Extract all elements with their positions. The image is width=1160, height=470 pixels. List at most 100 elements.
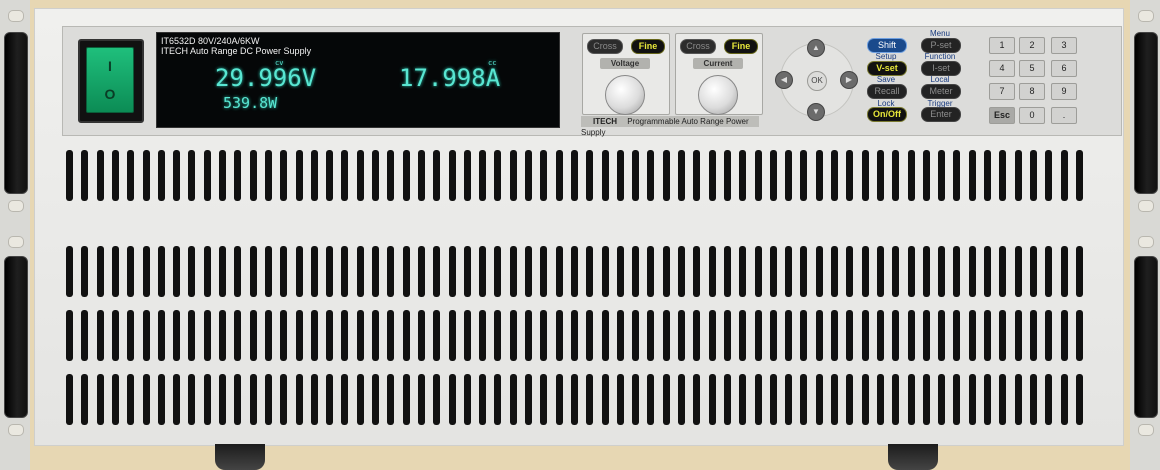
key-0[interactable]: 0	[1019, 107, 1045, 124]
vent-slot	[938, 150, 946, 201]
vent-slot	[892, 246, 900, 297]
current-knob-label: Current	[693, 58, 743, 69]
vent-slot	[1029, 246, 1037, 297]
vent-slot	[310, 150, 318, 201]
vent-slot	[632, 150, 640, 201]
current-cross-button[interactable]: Cross	[680, 39, 716, 54]
key-4[interactable]: 4	[989, 60, 1015, 77]
up-arrow-button[interactable]: ▲	[807, 39, 825, 57]
vent-slot	[356, 374, 364, 425]
vent-slot	[433, 246, 441, 297]
vent-slot	[846, 374, 854, 425]
vent-slot	[188, 310, 196, 361]
vent-slot	[96, 374, 104, 425]
vent-slot	[96, 150, 104, 201]
ok-button[interactable]: OK	[807, 71, 827, 91]
onoff-button[interactable]: On/Off	[867, 107, 907, 122]
vent-slot	[417, 374, 425, 425]
vent-slot	[203, 310, 211, 361]
esc-button[interactable]: Esc	[989, 107, 1015, 124]
vent-slot	[846, 246, 854, 297]
vent-slot	[81, 246, 89, 297]
vent-slot	[494, 310, 502, 361]
vent-slot	[341, 150, 349, 201]
vent-slot	[907, 374, 915, 425]
enter-button[interactable]: Enter	[921, 107, 961, 122]
vent-slot	[632, 310, 640, 361]
vent-slot	[479, 150, 487, 201]
vent-slot	[111, 246, 119, 297]
mount-hole	[8, 236, 24, 248]
key-1[interactable]: 1	[989, 37, 1015, 54]
key-9[interactable]: 9	[1051, 83, 1077, 100]
meter-button[interactable]: Meter	[921, 84, 961, 99]
vent-slot	[356, 150, 364, 201]
vent-slot	[968, 374, 976, 425]
power-switch[interactable]: I O	[78, 39, 144, 123]
vent-slot	[173, 374, 181, 425]
key-6[interactable]: 6	[1051, 60, 1077, 77]
current-knob-panel: Cross Fine Current	[675, 33, 763, 115]
voltage-knob[interactable]	[605, 75, 645, 115]
left-arrow-button[interactable]: ◀	[775, 71, 793, 89]
down-arrow-button[interactable]: ▼	[807, 103, 825, 121]
shift-button[interactable]: Shift	[867, 38, 907, 53]
vent-slot	[249, 310, 257, 361]
power-rocker[interactable]: I O	[86, 47, 134, 113]
voltage-fine-button[interactable]: Fine	[631, 39, 665, 54]
vent-slot	[693, 246, 701, 297]
vset-button[interactable]: V-set	[867, 61, 907, 76]
key-3[interactable]: 3	[1051, 37, 1077, 54]
vent-slot	[203, 150, 211, 201]
vent-slot	[157, 246, 165, 297]
iset-button[interactable]: I-set	[921, 61, 961, 76]
vent-slot	[1060, 150, 1068, 201]
vent-slot	[984, 374, 991, 425]
pset-button[interactable]: P-set	[921, 38, 961, 53]
key-5[interactable]: 5	[1019, 60, 1045, 77]
vent-slot	[831, 150, 838, 201]
off-symbol: O	[104, 86, 116, 102]
vent-slot	[402, 246, 410, 297]
right-arrow-button[interactable]: ▶	[840, 71, 858, 89]
current-fine-button[interactable]: Fine	[724, 39, 758, 54]
vent-slot	[907, 310, 915, 361]
vent-slot	[1060, 310, 1068, 361]
key-8[interactable]: 8	[1019, 83, 1045, 100]
key-2[interactable]: 2	[1019, 37, 1045, 54]
vent-slot	[892, 374, 900, 425]
key-decimal[interactable]: .	[1051, 107, 1077, 124]
vent-slot	[525, 150, 532, 201]
vent-slot	[754, 310, 762, 361]
recall-button[interactable]: Recall	[867, 84, 907, 99]
left-lower-handle[interactable]	[4, 256, 28, 418]
vent-slot	[647, 310, 655, 361]
vent-slot	[922, 310, 930, 361]
vent-slot	[540, 374, 548, 425]
vent-slot	[173, 150, 181, 201]
vent-slot	[264, 150, 272, 201]
vent-slot	[234, 310, 242, 361]
right-upper-handle[interactable]	[1134, 32, 1158, 194]
vent-slot	[938, 310, 946, 361]
current-knob[interactable]	[698, 75, 738, 115]
left-rack-ear	[0, 0, 30, 470]
vent-slot	[96, 310, 104, 361]
vent-slot	[678, 374, 685, 425]
voltage-cross-button[interactable]: Cross	[587, 39, 623, 54]
local-label: Local	[930, 75, 950, 84]
vent-slot	[876, 150, 884, 201]
vent-slot	[907, 246, 915, 297]
vent-slot	[723, 310, 731, 361]
vent-slot	[81, 150, 89, 201]
left-upper-handle[interactable]	[4, 32, 28, 194]
vent-slot	[509, 246, 517, 297]
key-7[interactable]: 7	[989, 83, 1015, 100]
power-reading: 539.8W	[223, 94, 278, 112]
right-lower-handle[interactable]	[1134, 256, 1158, 418]
vent-slot	[1045, 150, 1053, 201]
vent-slot	[1029, 150, 1037, 201]
vent-slot	[769, 374, 777, 425]
vent-slot	[984, 246, 991, 297]
vent-slot	[815, 374, 823, 425]
